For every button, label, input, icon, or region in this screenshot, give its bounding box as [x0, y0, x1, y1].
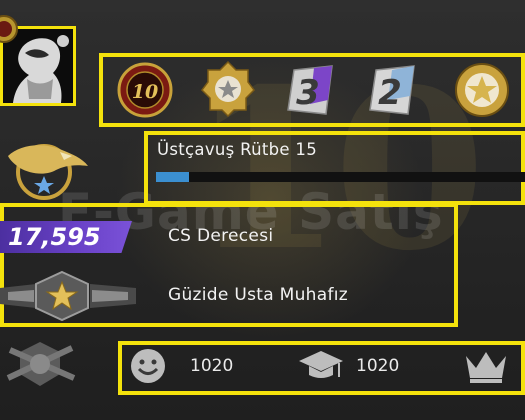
xp-progress-fill: [156, 172, 190, 182]
10-year-veteran-coin-icon[interactable]: 10: [115, 60, 175, 120]
friendly-icon: [131, 349, 165, 383]
gold-star-medal-icon[interactable]: [452, 60, 512, 120]
level-coin-icon: [0, 15, 18, 43]
top-strip: [0, 0, 525, 12]
coin-number: 10: [132, 81, 158, 103]
skill-rating-value: 17,595: [8, 223, 101, 251]
teacher-icon: [299, 351, 343, 378]
service-medal-icon[interactable]: [198, 58, 258, 118]
xp-progress-bar: [156, 172, 525, 182]
friendly-count: 1020: [190, 356, 234, 376]
profile-panel: 10 E-Game Satış 10 3 2 Üstçavuş Rütbe 15…: [0, 0, 525, 420]
leader-icon: [466, 352, 506, 383]
competitive-rank-icon: [0, 270, 136, 322]
crossed-guns-emblem-icon: [6, 342, 76, 386]
svg-text:3: 3: [296, 73, 320, 113]
operation-coin-2-icon[interactable]: 2: [362, 60, 422, 120]
teacher-count: 1020: [356, 356, 400, 376]
competitive-rank-label: Güzide Usta Muhafız: [168, 285, 348, 305]
svg-text:2: 2: [378, 73, 402, 113]
rank-title: Üstçavuş Rütbe 15: [157, 140, 318, 159]
rank-eagle-emblem-icon: [8, 144, 88, 200]
operation-coin-3-icon[interactable]: 3: [280, 60, 340, 120]
skill-rating-label: CS Derecesi: [168, 226, 274, 246]
